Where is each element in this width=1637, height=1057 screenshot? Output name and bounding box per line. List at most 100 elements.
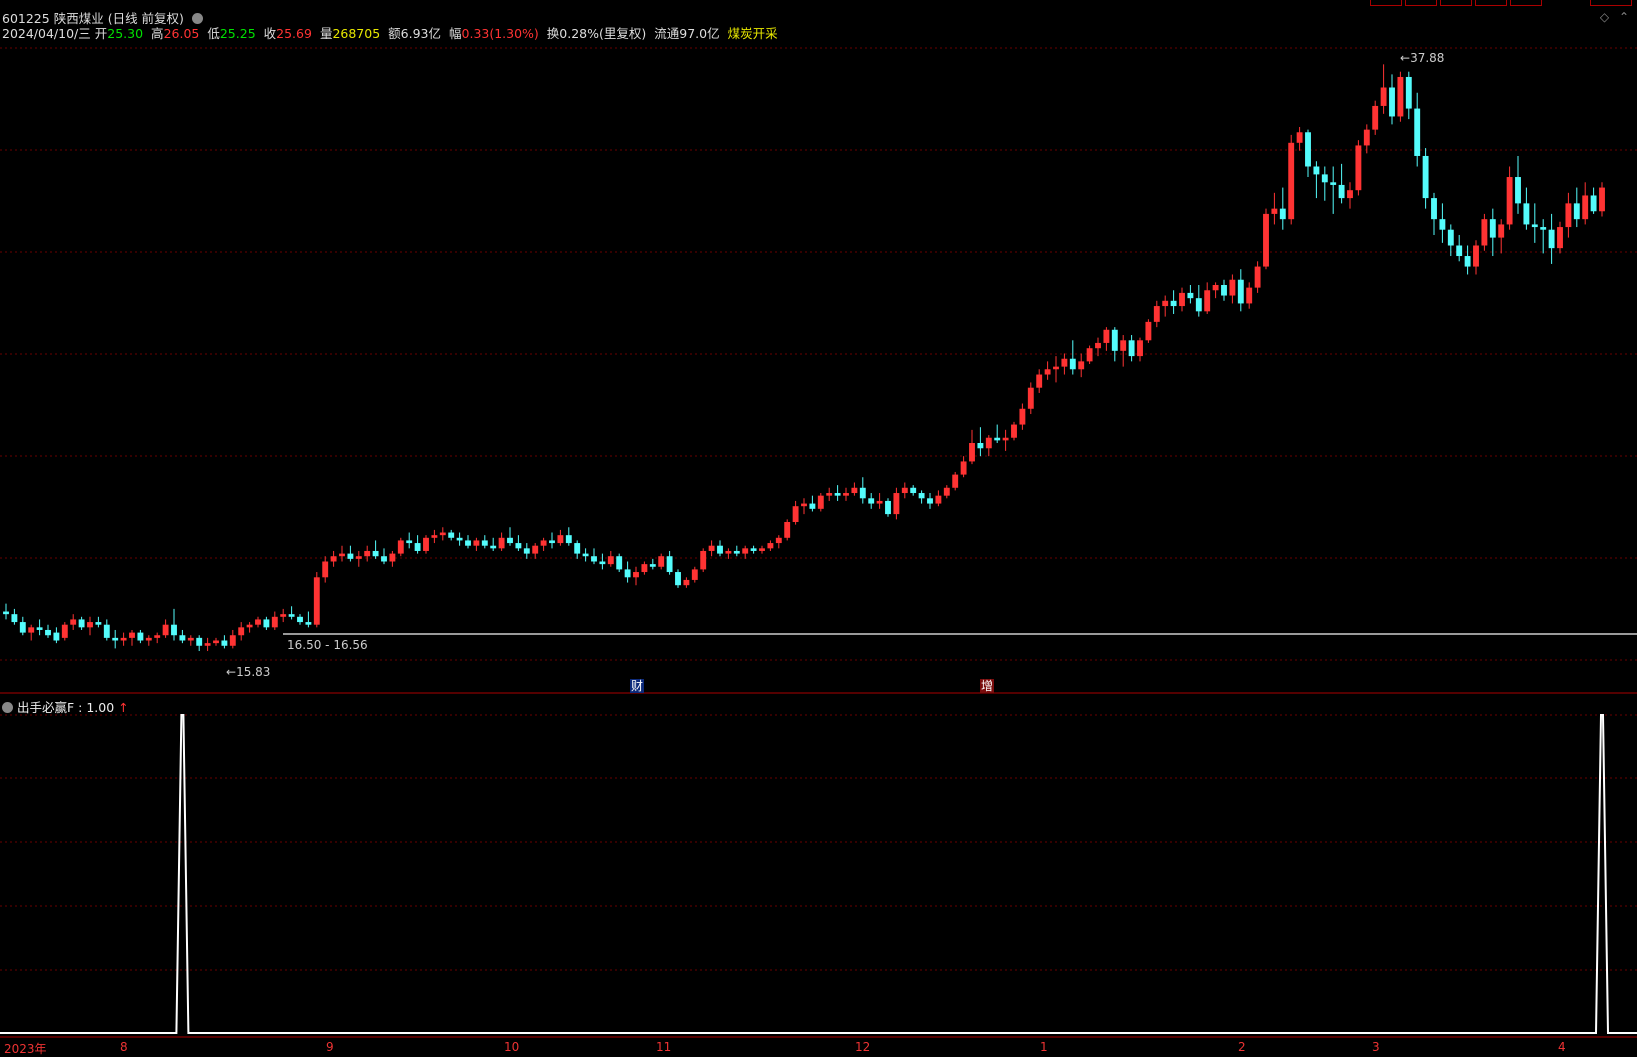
candle-body [204,643,211,646]
candle-body [1212,285,1219,291]
candle [1523,187,1530,230]
candle-body [733,550,740,554]
candle [3,603,9,620]
chart-canvas[interactable] [0,0,1637,1055]
candle-body [45,629,51,636]
candle-body [1573,203,1580,220]
candle [1515,155,1521,214]
candle [19,616,26,636]
candle-body [95,622,102,625]
candle-body [1061,358,1068,367]
candle [759,545,765,554]
candle-body [1204,290,1211,312]
candle [943,485,950,499]
candle-body [162,624,169,636]
candle-body [901,487,908,494]
candle-body [1414,108,1421,156]
candle [582,548,589,562]
candle-body [1254,266,1261,288]
candle [229,629,236,649]
candle [154,632,161,644]
x-tick-label: 4 [1558,1040,1566,1054]
candle-body [649,564,656,567]
candle-body [61,624,68,638]
candle [1397,71,1404,122]
candle-body [473,540,480,546]
candle-body [481,540,488,546]
candle [826,487,833,501]
candle [700,548,707,573]
candle [960,456,967,478]
candle-body [1237,279,1244,304]
candle-body [1464,256,1471,267]
candle [1582,182,1589,225]
candle [238,622,245,641]
candle [1254,261,1261,293]
candle [952,471,959,491]
candle [817,493,824,512]
candle-body [322,561,329,578]
x-tick-label: 3 [1372,1040,1380,1054]
candle-body [1305,132,1311,167]
candle-body [1347,190,1353,199]
x-tick-label: 11 [656,1040,672,1054]
candle [28,624,35,641]
candle-body [431,535,438,538]
candle [876,493,883,509]
candle [851,482,858,496]
candle [683,577,690,588]
indicator-name[interactable]: 出手必赢F [17,700,74,715]
candle-body [1195,298,1202,312]
candle [591,548,597,565]
candle-body [1548,229,1555,249]
candle [179,629,186,644]
candle [145,635,152,646]
candle-body [658,556,665,567]
candle [1086,345,1093,364]
candle [1422,148,1429,209]
x-tick-label: 8 [120,1040,128,1054]
increase-badge[interactable]: 增 [980,679,994,693]
candle-body [397,540,404,554]
finance-badge[interactable]: 财 [630,679,644,693]
candle-body [112,637,119,641]
candle-body [1002,437,1009,441]
candle-body [683,579,690,586]
candle-body [1456,245,1463,257]
candle [742,545,749,559]
candle-body [717,545,723,554]
candle-body [1431,198,1437,220]
candle-body [633,572,639,578]
candle-body [465,540,471,546]
candle [381,548,387,565]
candle-body [355,556,362,559]
candle [481,535,488,549]
candle-body [1128,340,1135,357]
candle [1002,429,1009,451]
candle-body [1053,366,1059,370]
candle [288,606,295,620]
candle [1431,192,1437,235]
candle [775,535,782,549]
candle [927,493,933,509]
candle-body [977,443,984,449]
candle [1221,279,1227,301]
candle-body [313,577,320,625]
candle [1372,100,1379,135]
candle [1078,353,1085,378]
candle-body [927,498,933,504]
candle [1019,403,1026,430]
candle-body [1489,219,1496,238]
indicator-menu-icon[interactable] [2,702,13,713]
candle-body [154,635,161,638]
candle [918,490,925,504]
candle-body [1069,358,1076,370]
candle [389,550,396,567]
candle-body [532,545,539,554]
candle [540,537,547,551]
candle [423,535,429,554]
candle-body [935,495,942,504]
candle-body [280,614,287,617]
candle [1347,182,1353,209]
candle-body [1111,329,1118,351]
